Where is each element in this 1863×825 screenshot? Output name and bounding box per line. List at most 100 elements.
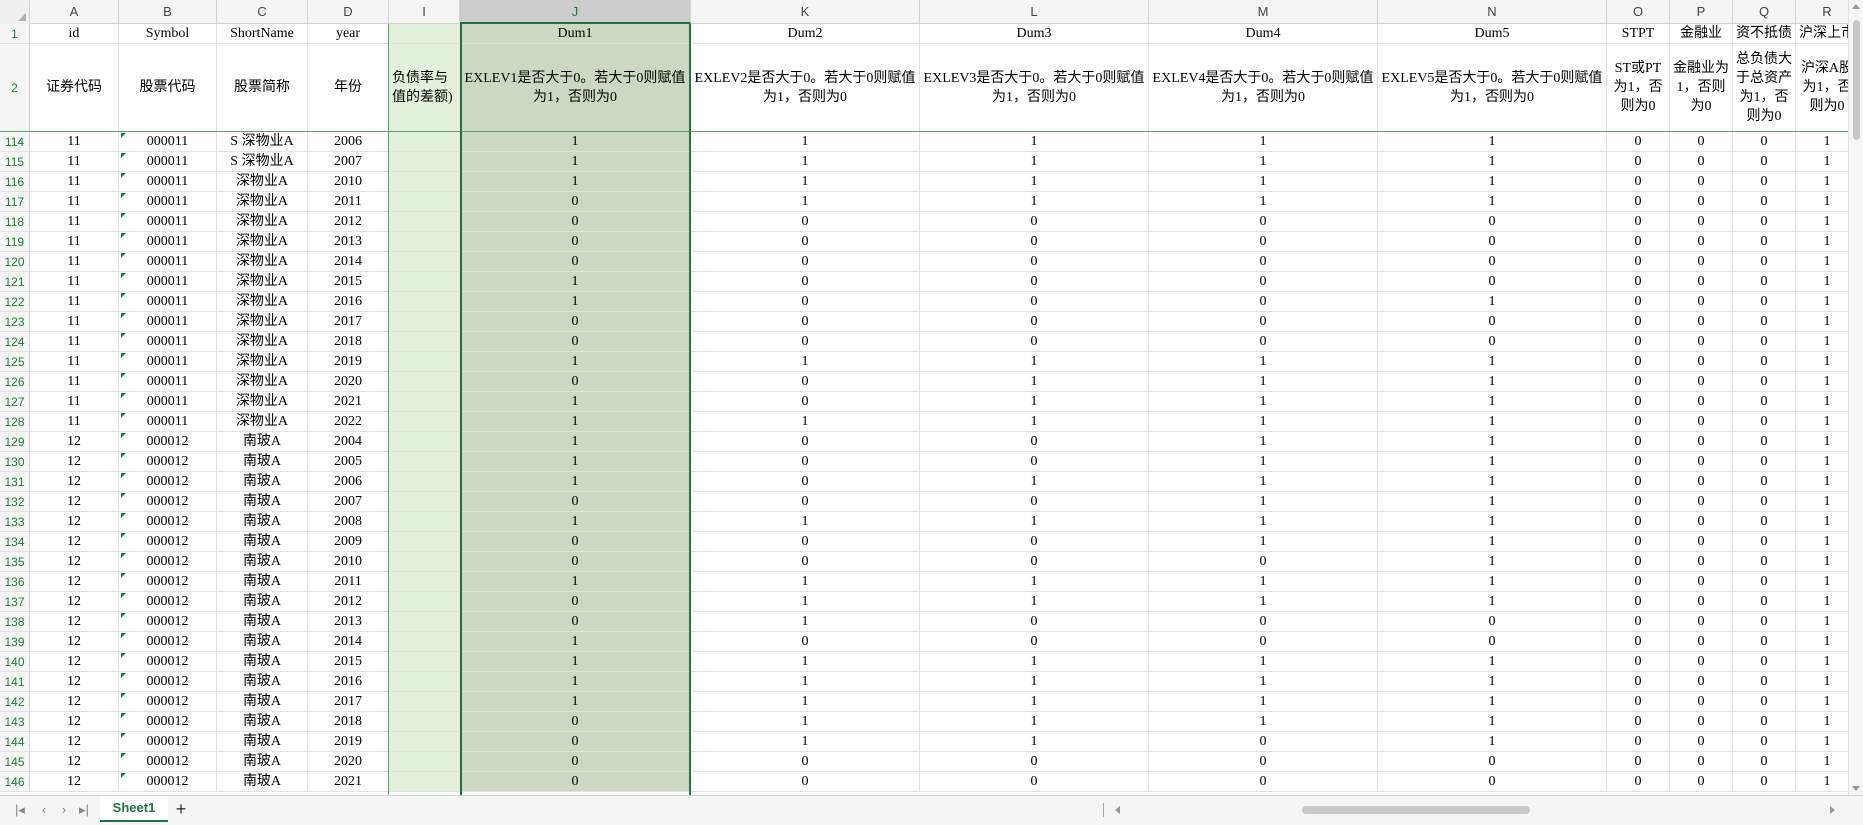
description-cell[interactable]: 股票简称	[217, 44, 308, 132]
table-cell[interactable]: 0	[460, 212, 691, 232]
table-cell[interactable]: 0	[1733, 272, 1796, 292]
table-cell[interactable]: 1	[1796, 592, 1848, 612]
table-cell[interactable]: 0	[460, 612, 691, 632]
table-cell[interactable]: 0	[1607, 392, 1670, 412]
table-cell[interactable]: 1	[460, 352, 691, 372]
table-cell[interactable]	[389, 352, 460, 372]
table-cell[interactable]: S 深物业A	[217, 152, 308, 172]
table-cell[interactable]: 1	[1149, 592, 1378, 612]
column-header-j[interactable]: J	[460, 0, 691, 24]
table-cell[interactable]: 深物业A	[217, 292, 308, 312]
table-cell[interactable]: 0	[1607, 712, 1670, 732]
table-cell[interactable]: 2021	[308, 392, 389, 412]
table-cell[interactable]: 1	[1378, 152, 1607, 172]
table-cell[interactable]: 1	[1796, 432, 1848, 452]
table-cell[interactable]: 0	[1607, 532, 1670, 552]
table-cell[interactable]: 11	[30, 272, 119, 292]
table-cell[interactable]: 1	[1796, 612, 1848, 632]
table-cell[interactable]: 1	[691, 712, 920, 732]
table-cell[interactable]: 000012	[119, 552, 217, 572]
table-cell[interactable]: 南玻A	[217, 572, 308, 592]
table-cell[interactable]: 1	[1378, 472, 1607, 492]
table-cell[interactable]: 0	[1149, 272, 1378, 292]
table-cell[interactable]: 0	[920, 752, 1149, 772]
table-cell[interactable]: 0	[920, 552, 1149, 572]
header-cell[interactable]: Symbol	[119, 24, 217, 44]
table-cell[interactable]: 2007	[308, 152, 389, 172]
table-cell[interactable]	[389, 552, 460, 572]
table-cell[interactable]	[389, 212, 460, 232]
description-cell[interactable]: ST或PT为1，否则为0	[1607, 44, 1670, 132]
table-cell[interactable]: 1	[1149, 452, 1378, 472]
table-cell[interactable]: 000012	[119, 592, 217, 612]
table-cell[interactable]	[389, 132, 460, 152]
table-cell[interactable]: 11	[30, 132, 119, 152]
table-cell[interactable]: 0	[920, 452, 1149, 472]
table-cell[interactable]: 11	[30, 372, 119, 392]
table-cell[interactable]: 南玻A	[217, 512, 308, 532]
table-cell[interactable]: 南玻A	[217, 632, 308, 652]
table-cell[interactable]	[389, 492, 460, 512]
table-cell[interactable]: 0	[691, 472, 920, 492]
table-cell[interactable]: 1	[1796, 252, 1848, 272]
table-cell[interactable]: 1	[920, 192, 1149, 212]
table-cell[interactable]: 1	[1149, 352, 1378, 372]
table-cell[interactable]: 1	[1149, 372, 1378, 392]
table-cell[interactable]	[389, 152, 460, 172]
table-cell[interactable]: 1	[1796, 772, 1848, 792]
table-cell[interactable]: 0	[1607, 232, 1670, 252]
table-cell[interactable]: 12	[30, 452, 119, 472]
row-header[interactable]: 136	[0, 572, 30, 592]
table-cell[interactable]: 1	[460, 152, 691, 172]
table-cell[interactable]: 0	[1733, 412, 1796, 432]
row-header[interactable]: 139	[0, 632, 30, 652]
table-cell[interactable]: 2017	[308, 692, 389, 712]
description-cell[interactable]: EXLEV2是否大于0。若大于0则赋值为1，否则为0	[691, 44, 920, 132]
table-cell[interactable]: 0	[460, 532, 691, 552]
column-header-d[interactable]: D	[308, 0, 389, 24]
table-cell[interactable]: 000011	[119, 352, 217, 372]
table-cell[interactable]: 1	[1378, 392, 1607, 412]
table-cell[interactable]: 0	[1670, 752, 1733, 772]
description-cell[interactable]: EXLEV1是否大于0。若大于0则赋值为1，否则为0	[460, 44, 691, 132]
table-cell[interactable]: 0	[920, 212, 1149, 232]
table-cell[interactable]: 1	[1796, 532, 1848, 552]
table-cell[interactable]	[389, 752, 460, 772]
header-cell[interactable]: year	[308, 24, 389, 44]
row-header[interactable]: 135	[0, 552, 30, 572]
table-cell[interactable]: 000011	[119, 372, 217, 392]
table-cell[interactable]: 0	[691, 392, 920, 412]
table-cell[interactable]: 0	[1733, 312, 1796, 332]
table-cell[interactable]	[389, 632, 460, 652]
table-cell[interactable]: 0	[691, 772, 920, 792]
last-sheet-icon[interactable]: ▸|	[76, 802, 92, 818]
table-cell[interactable]: 0	[1378, 632, 1607, 652]
table-cell[interactable]: 0	[1733, 432, 1796, 452]
table-cell[interactable]: 南玻A	[217, 692, 308, 712]
table-cell[interactable]: 1	[1796, 552, 1848, 572]
table-cell[interactable]: 0	[1670, 292, 1733, 312]
table-cell[interactable]: 1	[1149, 472, 1378, 492]
table-cell[interactable]: 1	[460, 672, 691, 692]
table-cell[interactable]: 0	[1733, 572, 1796, 592]
table-cell[interactable]: 0	[1670, 152, 1733, 172]
table-cell[interactable]: 1	[460, 572, 691, 592]
table-cell[interactable]: 0	[1149, 732, 1378, 752]
table-cell[interactable]: 南玻A	[217, 552, 308, 572]
table-cell[interactable]: 1	[1796, 392, 1848, 412]
table-cell[interactable]: 0	[1733, 392, 1796, 412]
table-cell[interactable]: 0	[691, 552, 920, 572]
table-cell[interactable]: 0	[1670, 172, 1733, 192]
row-header[interactable]: 146	[0, 772, 30, 792]
table-cell[interactable]: 2016	[308, 292, 389, 312]
table-cell[interactable]: 0	[460, 252, 691, 272]
table-cell[interactable]: 1	[920, 572, 1149, 592]
column-header-p[interactable]: P	[1670, 0, 1733, 24]
table-cell[interactable]	[389, 392, 460, 412]
table-cell[interactable]	[389, 672, 460, 692]
table-cell[interactable]: 0	[1607, 492, 1670, 512]
table-cell[interactable]: 0	[1149, 252, 1378, 272]
table-cell[interactable]: 1	[460, 472, 691, 492]
table-cell[interactable]: 2015	[308, 652, 389, 672]
table-cell[interactable]: 0	[1670, 492, 1733, 512]
